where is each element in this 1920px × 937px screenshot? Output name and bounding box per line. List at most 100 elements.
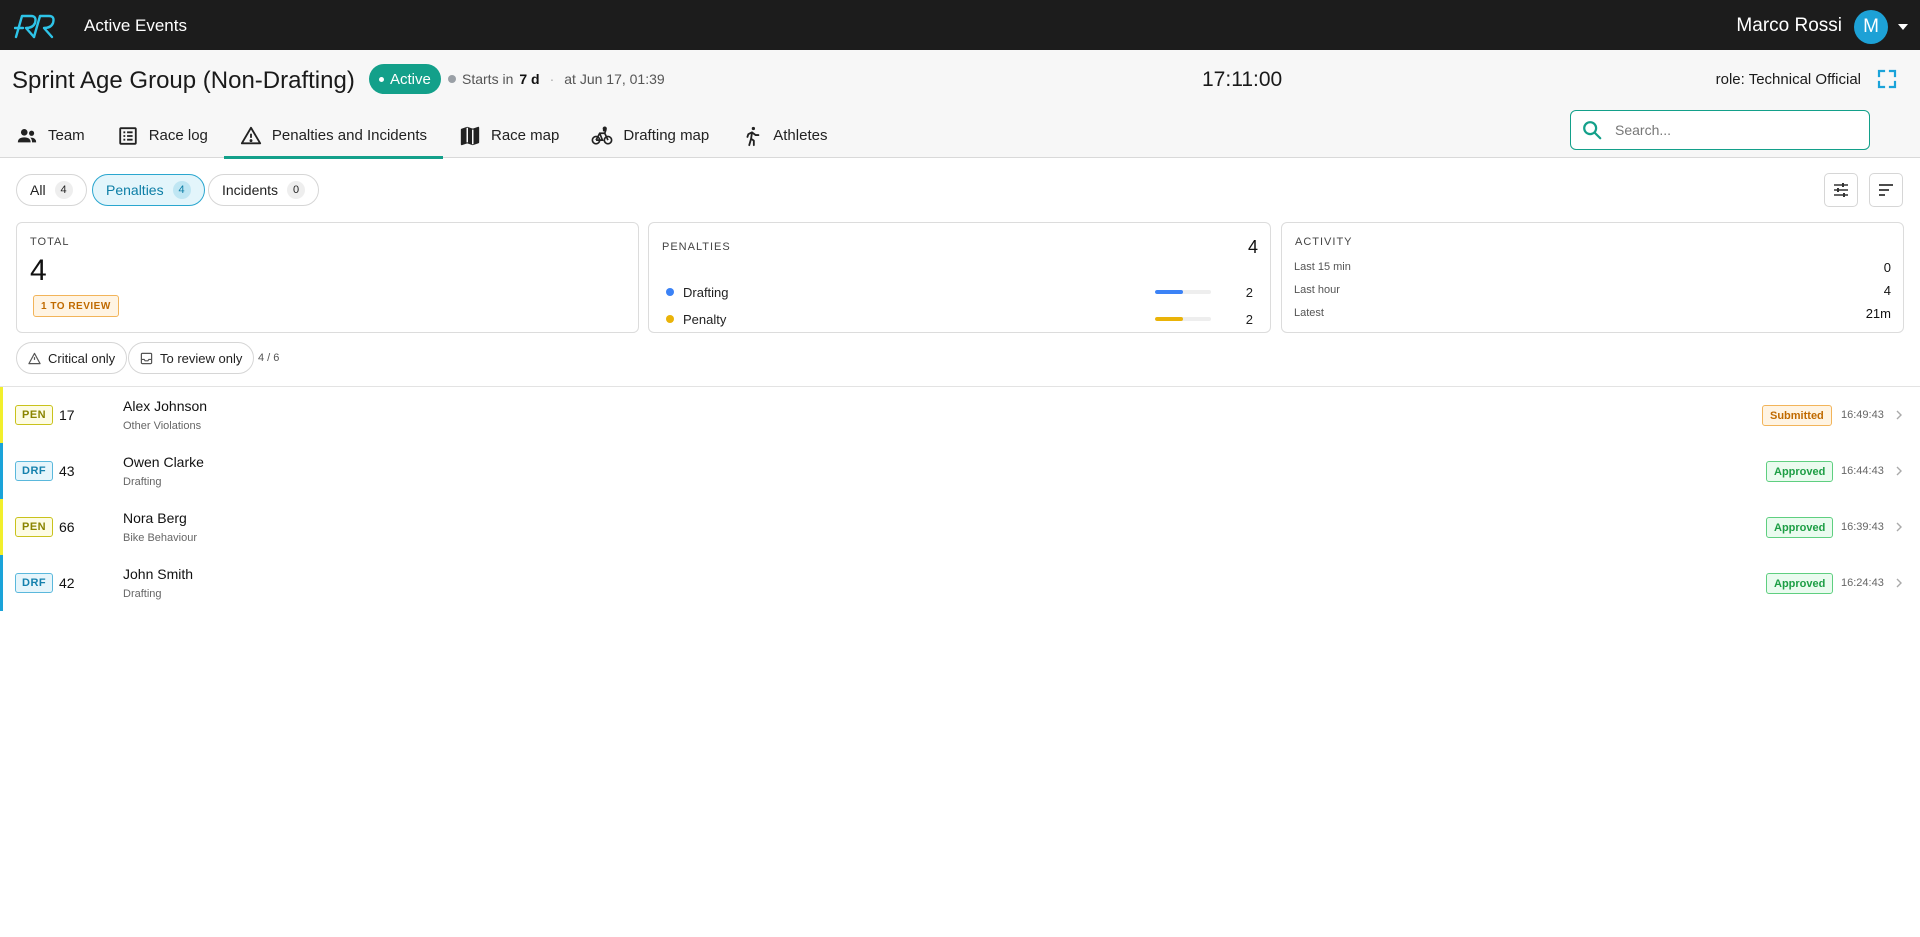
breakdown-value: 2: [1245, 311, 1253, 327]
tab-team[interactable]: Team: [0, 113, 101, 158]
table-row[interactable]: DRF 42 John Smith Drafting Approved 16:2…: [0, 555, 1920, 611]
warning-icon: [28, 352, 41, 364]
event-title: Sprint Age Group (Non-Drafting): [12, 67, 355, 94]
filter-settings-button[interactable]: [1824, 173, 1858, 207]
bicycle-icon: [591, 126, 613, 145]
fullscreen-icon[interactable]: [1877, 69, 1897, 89]
search-box: [1570, 110, 1870, 150]
athlete-name: Nora Berg: [123, 510, 187, 526]
tab-race-map[interactable]: Race map: [443, 113, 575, 158]
to-review-badge[interactable]: 1 TO REVIEW: [33, 295, 119, 317]
athlete-number: 42: [59, 575, 75, 591]
search-input[interactable]: [1615, 122, 1855, 138]
review-only-label: To review only: [160, 350, 243, 366]
critical-only-toggle[interactable]: Critical only: [16, 342, 128, 374]
starts-prefix: Starts in: [462, 71, 514, 87]
breakdown-label: Drafting: [683, 284, 729, 300]
row-type-stripe: [0, 387, 3, 443]
tab-label: Race log: [148, 127, 208, 144]
sliders-icon: [1834, 183, 1848, 197]
race-log-icon: [118, 126, 137, 145]
tab-label: Team: [48, 127, 85, 144]
inbox-icon: [140, 352, 153, 364]
record-type-badge: DRF: [15, 573, 54, 593]
penalties-label: PENALTIES: [662, 241, 731, 253]
breakdown-bar-fill: [1155, 317, 1183, 321]
filter-all[interactable]: All 4: [16, 174, 87, 206]
event-header: Sprint Age Group (Non-Drafting) Active S…: [0, 50, 1920, 159]
record-type-badge: DRF: [15, 461, 54, 481]
starts-at: at Jun 17, 01:39: [564, 71, 665, 87]
user-avatar[interactable]: M: [1854, 10, 1888, 44]
map-icon: [460, 126, 480, 145]
activity-row: Last 15 min 0: [1294, 258, 1891, 276]
total-label: TOTAL: [30, 236, 70, 248]
tab-race-log[interactable]: Race log: [101, 113, 224, 158]
status-badge: Submitted: [1762, 405, 1832, 426]
penalties-total: 4: [1247, 237, 1258, 257]
activity-label: ACTIVITY: [1295, 236, 1353, 248]
filter-incidents[interactable]: Incidents 0: [208, 174, 320, 206]
drafting-dot-icon: [666, 288, 674, 296]
tab-drafting-map[interactable]: Drafting map: [575, 113, 725, 158]
athlete-number: 17: [59, 407, 75, 423]
tab-athletes[interactable]: Athletes: [725, 113, 843, 158]
table-row[interactable]: PEN 66 Nora Berg Bike Behaviour Approved…: [0, 499, 1920, 555]
row-type-stripe: [0, 555, 3, 611]
breakdown-bar: [1155, 317, 1211, 321]
status-badge: Approved: [1766, 461, 1834, 482]
chevron-right-icon: [1896, 522, 1902, 532]
activity-row-label: Last 15 min: [1294, 261, 1351, 273]
filter-label: All: [30, 182, 46, 198]
event-status-label: Active: [390, 70, 431, 88]
athlete-name: Alex Johnson: [123, 398, 208, 414]
status-dot-icon: [379, 76, 384, 82]
tab-label: Drafting map: [623, 127, 710, 144]
filter-count: 4: [54, 181, 73, 199]
filter-label: Incidents: [222, 182, 279, 198]
status-badge: Approved: [1766, 573, 1834, 594]
table-row[interactable]: PEN 17 Alex Johnson Other Violations Sub…: [0, 387, 1920, 443]
app-logo-icon[interactable]: [14, 13, 56, 39]
tab-label: Penalties and Incidents: [271, 127, 427, 144]
sort-button[interactable]: [1869, 173, 1903, 207]
starts-in-value: 7 d: [519, 71, 540, 87]
record-time: 16:44:43: [1841, 465, 1884, 477]
activity-row: Latest 21m: [1294, 304, 1891, 322]
record-time: 16:39:43: [1841, 521, 1884, 533]
user-menu-caret-icon[interactable]: [1898, 24, 1908, 30]
filter-penalties[interactable]: Penalties 4: [92, 174, 205, 206]
breakdown-value: 2: [1245, 284, 1253, 300]
starts-separator: ·: [549, 71, 555, 87]
activity-row-value: 21m: [1865, 305, 1891, 321]
event-status-badge: Active: [369, 64, 441, 94]
user-role: role: Technical Official: [1715, 71, 1861, 88]
penalties-card: PENALTIES 4 Drafting 2 Penalty 2: [648, 222, 1271, 333]
row-type-stripe: [0, 499, 3, 555]
filter-count: 0: [287, 181, 306, 199]
record-time: 16:49:43: [1841, 409, 1884, 421]
penalty-breakdown-row: Penalty 2: [666, 309, 1253, 329]
status-badge: Approved: [1766, 517, 1834, 538]
tab-label: Athletes: [773, 127, 828, 144]
event-start-info: Starts in 7 d · at Jun 17, 01:39: [448, 71, 665, 87]
total-value: 4: [30, 254, 47, 287]
tab-penalties-and-incidents[interactable]: Penalties and Incidents: [223, 113, 444, 159]
team-icon: [17, 128, 37, 142]
activity-row-label: Last hour: [1294, 284, 1340, 296]
chevron-right-icon: [1896, 578, 1902, 588]
record-type-badge: PEN: [15, 517, 54, 537]
table-row[interactable]: DRF 43 Owen Clarke Drafting Approved 16:…: [0, 443, 1920, 499]
review-only-toggle[interactable]: To review only: [128, 342, 255, 374]
violation-category: Other Violations: [123, 420, 202, 432]
penalty-breakdown-row: Drafting 2: [666, 282, 1253, 302]
top-bar: Active Events Marco Rossi M: [0, 0, 1920, 50]
app-title[interactable]: Active Events: [84, 16, 187, 36]
row-type-stripe: [0, 443, 3, 499]
start-dot-icon: [448, 75, 456, 83]
violation-category: Drafting: [123, 588, 162, 600]
tab-label: Race map: [491, 127, 560, 144]
user-name[interactable]: Marco Rossi: [1736, 15, 1842, 37]
breakdown-bar-fill: [1155, 290, 1183, 294]
total-card: TOTAL 4 1 TO REVIEW: [16, 222, 639, 333]
